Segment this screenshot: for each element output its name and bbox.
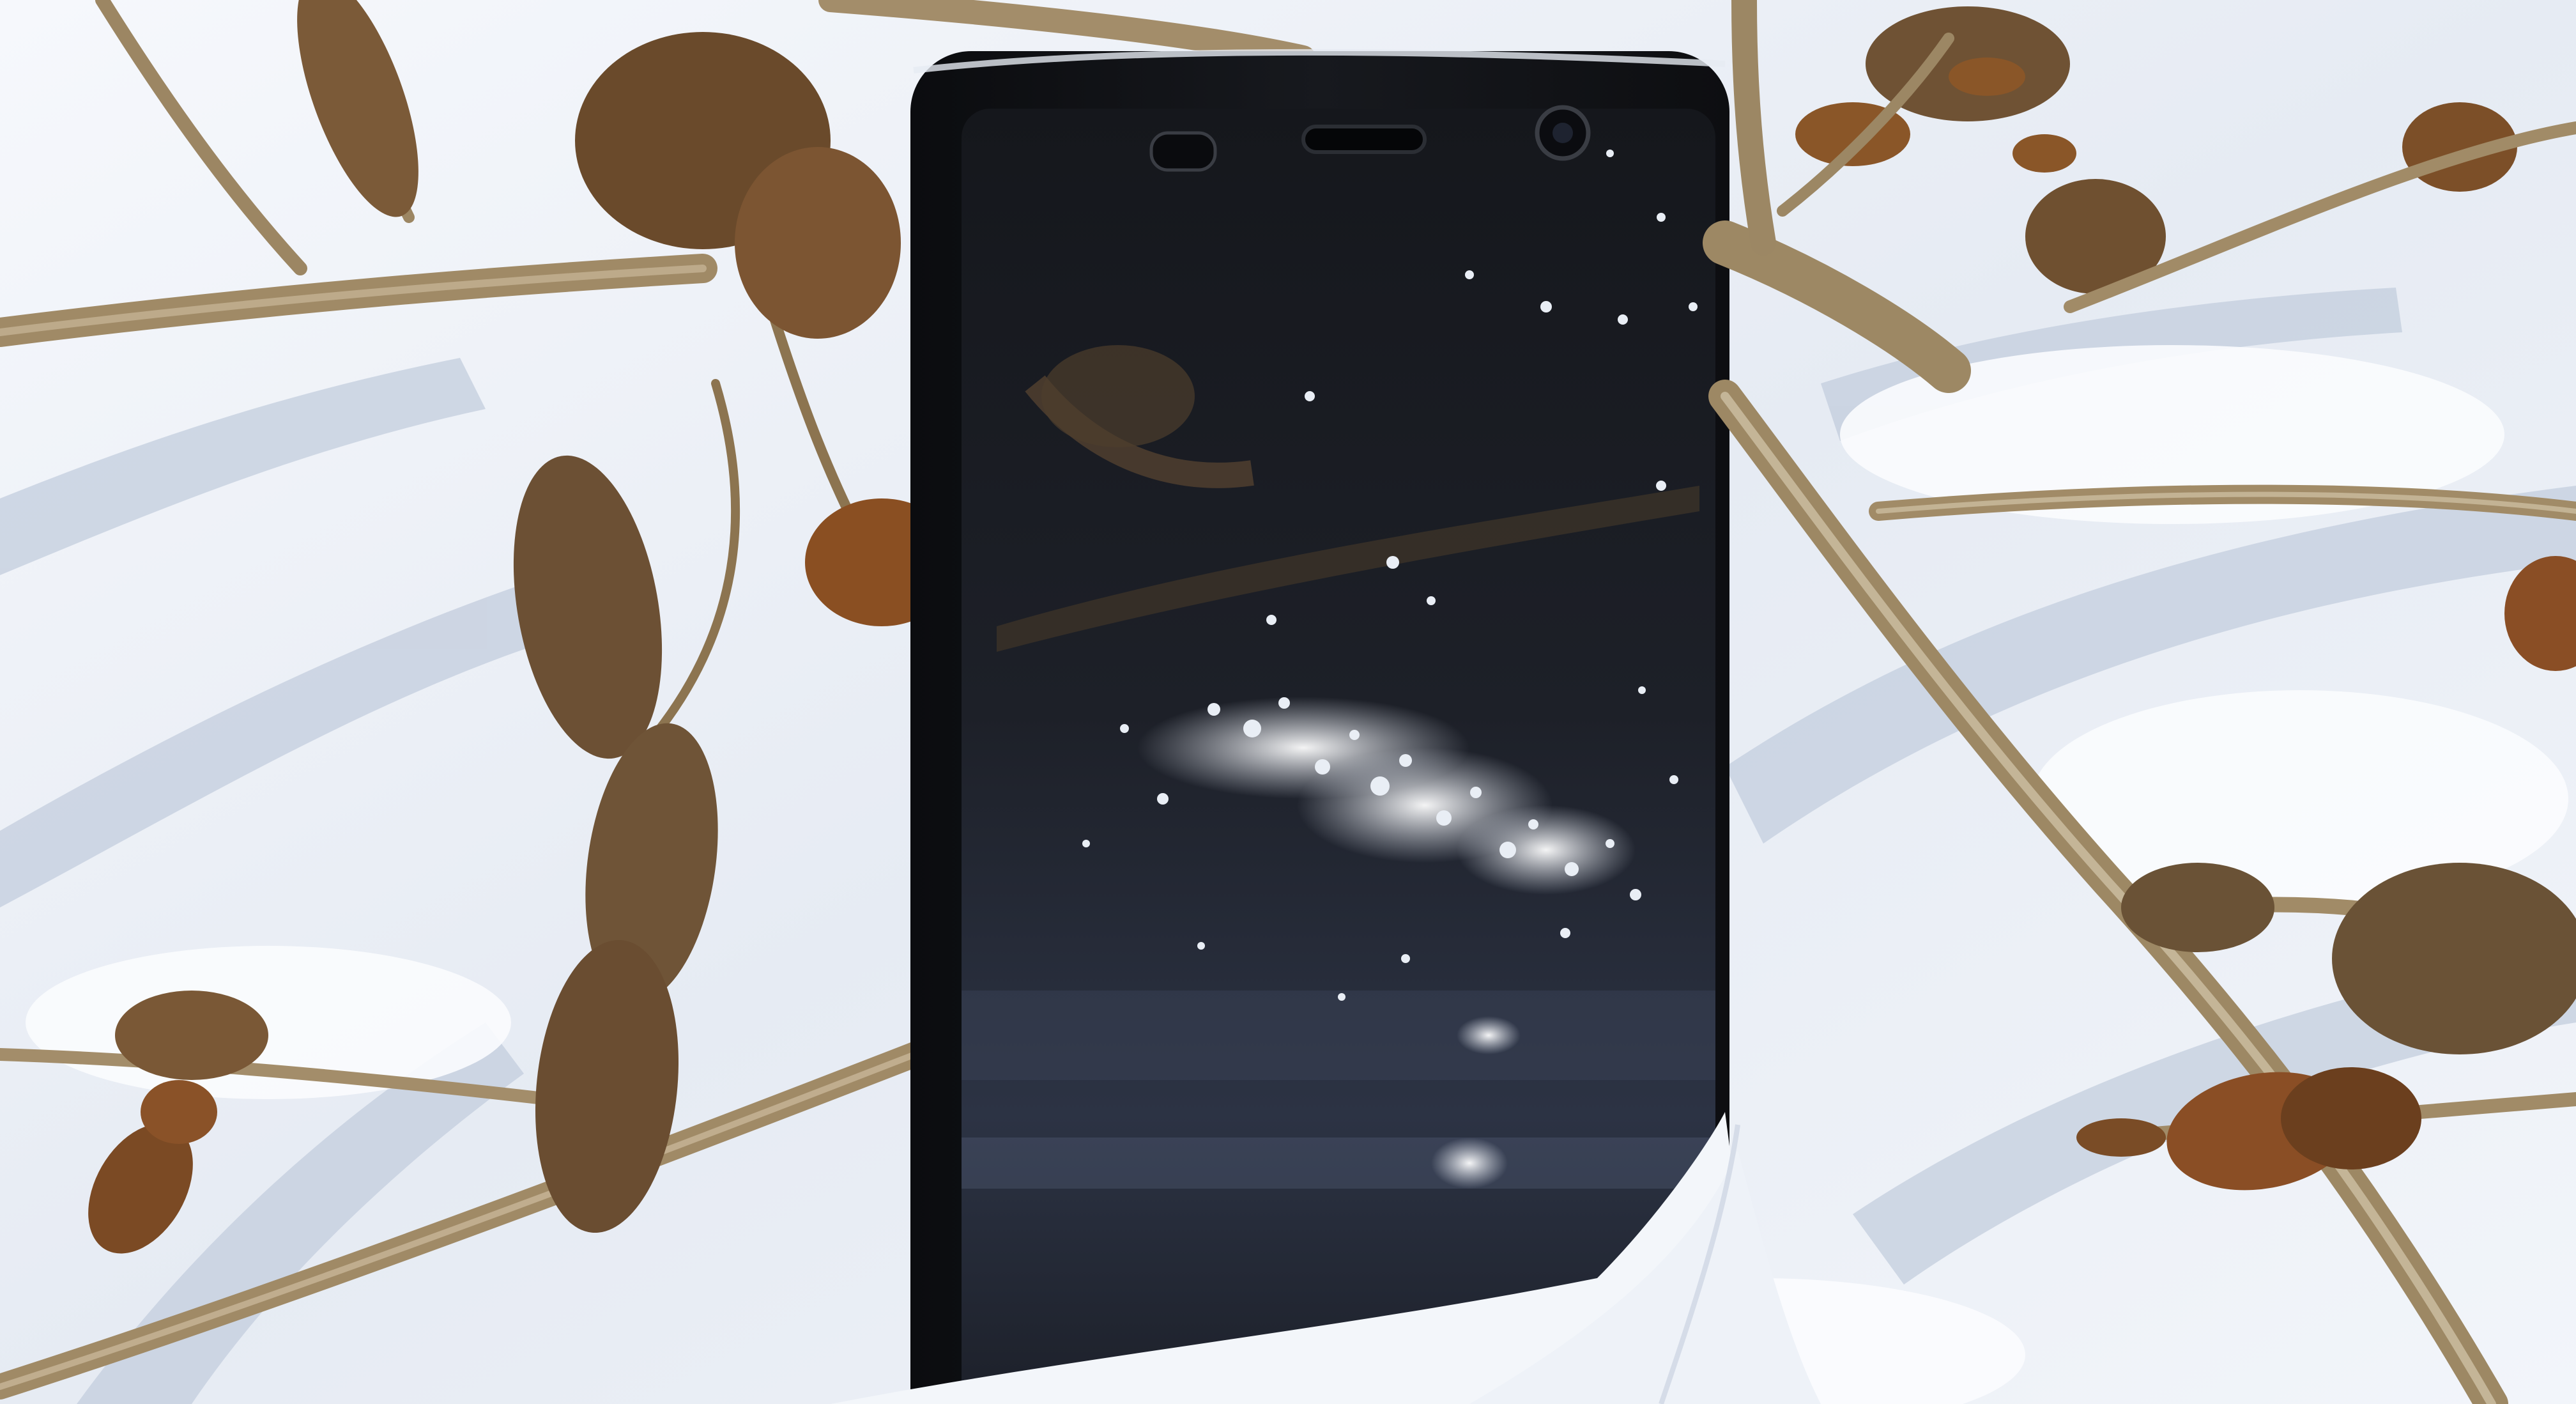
photo-scene [0, 0, 2576, 1404]
earpiece-icon [1301, 125, 1427, 154]
sensor-icon [1149, 131, 1217, 172]
